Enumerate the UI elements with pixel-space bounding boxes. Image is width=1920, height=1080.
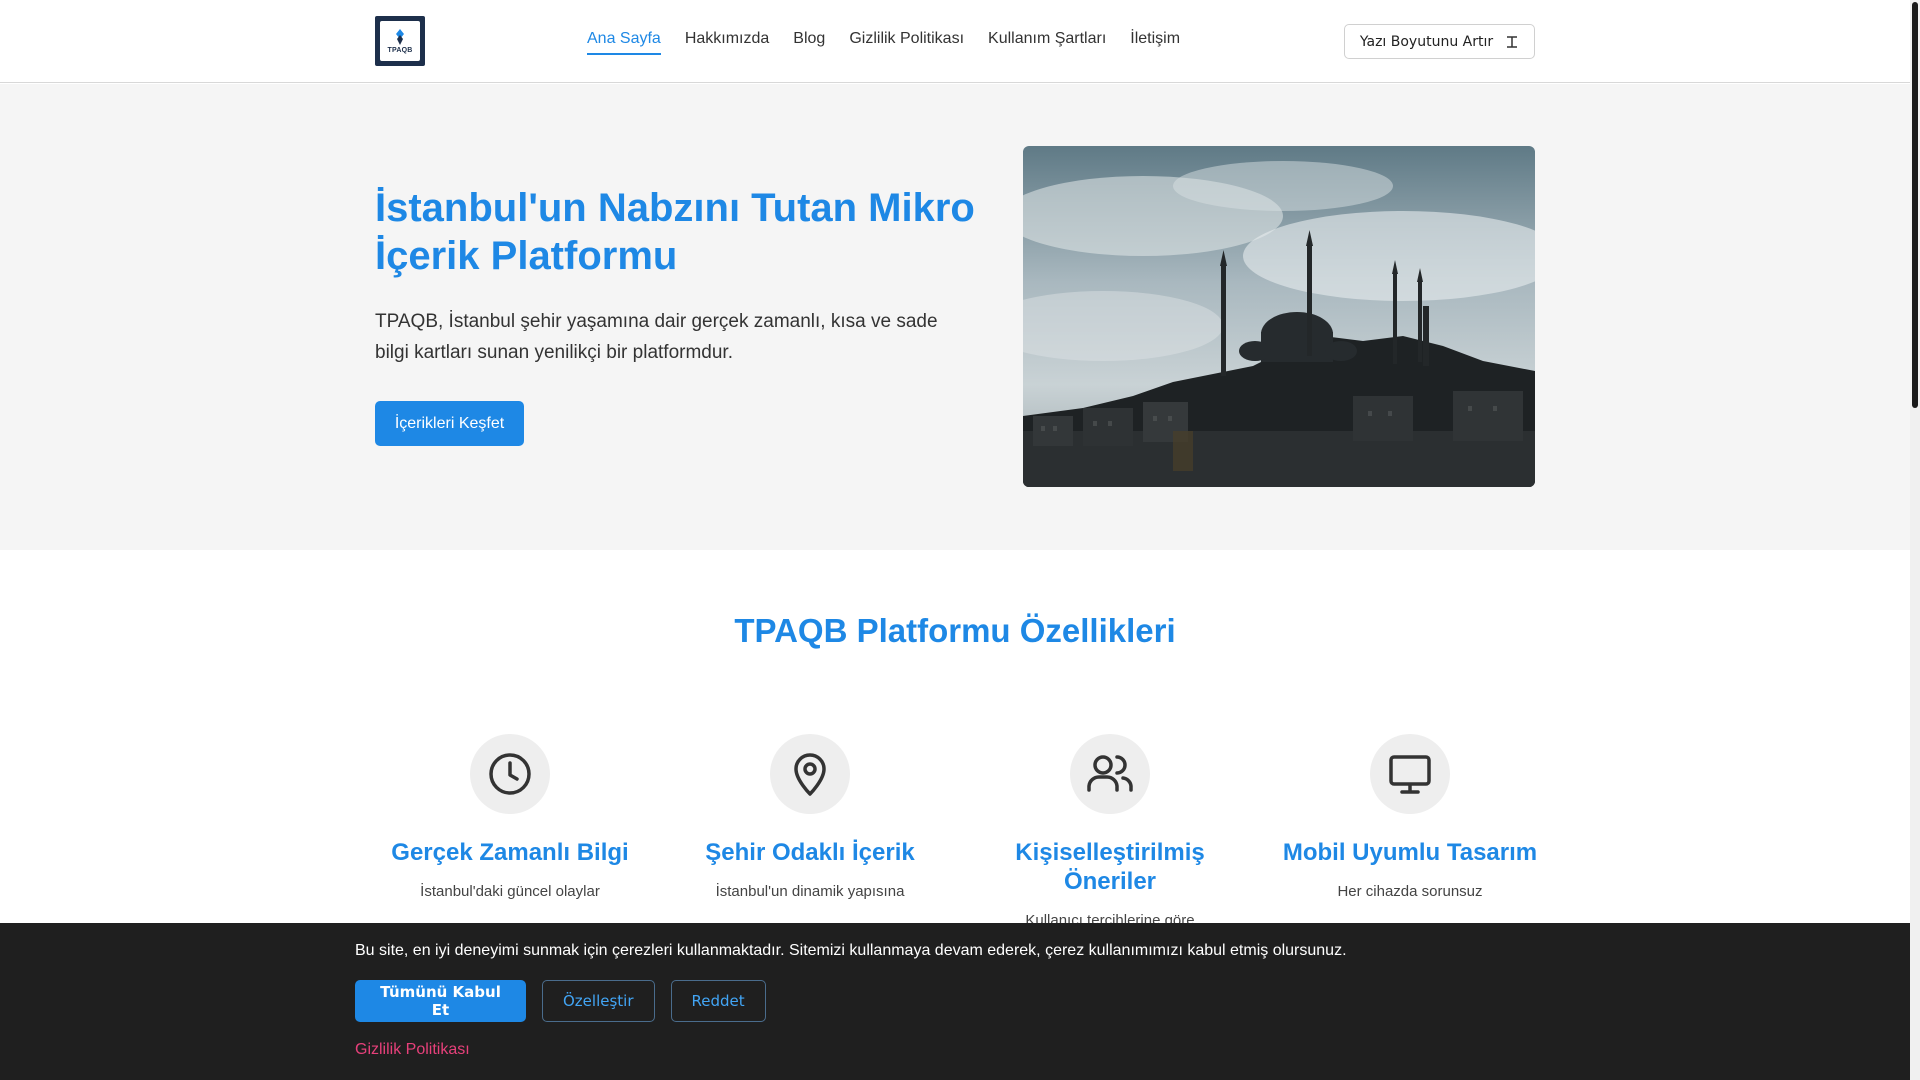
- feature-title: Kişiselleştirilmiş Öneriler: [1015, 839, 1205, 895]
- feature-description: İstanbul'un dinamik yapısına: [715, 883, 905, 900]
- feature-card: Gerçek Zamanlı Bilgi İstanbul'daki günce…: [380, 734, 640, 903]
- accept-all-cookies-button[interactable]: Tümünü Kabul Et: [355, 980, 526, 1022]
- main-nav: Ana Sayfa Hakkımızda Blog Gizlilik Polit…: [587, 30, 1180, 55]
- increase-font-size-button[interactable]: Yazı Boyutunu Artır: [1344, 24, 1535, 59]
- site-logo[interactable]: TPAQB: [375, 16, 425, 66]
- feature-card: Mobil Uyumlu Tasarım Her cihazda sorunsu…: [1280, 734, 1540, 903]
- nav-item-kullanim[interactable]: Kullanım Şartları: [988, 30, 1106, 55]
- monitor-icon: [1389, 755, 1431, 794]
- reject-cookies-button[interactable]: Reddet: [670, 980, 766, 1022]
- page-scrollbar-thumb[interactable]: [1912, 2, 1918, 408]
- cookie-message: Bu site, en iyi deneyimi sunmak için çer…: [355, 942, 1347, 959]
- feature-title: Gerçek Zamanlı Bilgi: [391, 839, 629, 866]
- nav-item-iletisim[interactable]: İletişim: [1130, 30, 1180, 55]
- privacy-policy-link[interactable]: Gizlilik Politikası: [355, 1041, 470, 1059]
- font-size-button-label: Yazı Boyutunu Artır: [1359, 33, 1494, 50]
- text-size-icon: [1507, 35, 1518, 48]
- feature-description: Her cihazda sorunsuz: [1337, 883, 1483, 900]
- feature-card: Kişiselleştirilmiş Öneriler Kullanıcı te…: [980, 734, 1240, 932]
- site-header: TPAQB Ana Sayfa Hakkımızda Blog Gizlilik…: [0, 0, 1910, 83]
- feature-card: Şehir Odaklı İçerik İstanbul'un dinamik …: [680, 734, 940, 903]
- mosque-silhouette-image: [1023, 146, 1535, 487]
- cookie-banner: Bu site, en iyi deneyimi sunmak için çer…: [0, 923, 1910, 1080]
- istanbul-mosque-image: [1023, 146, 1535, 487]
- feature-title: Mobil Uyumlu Tasarım: [1282, 839, 1538, 866]
- logo-mark-icon: [396, 28, 404, 45]
- hero-description: TPAQB, İstanbul şehir yaşamına dair gerç…: [375, 311, 938, 363]
- customize-cookies-button[interactable]: Özelleştir: [542, 980, 655, 1022]
- nav-item-gizlilik[interactable]: Gizlilik Politikası: [849, 30, 964, 55]
- hero-title: İstanbul'un Nabzını Tutan Mikro İçerik P…: [375, 186, 975, 278]
- clock-icon: [489, 753, 531, 795]
- nav-item-ana-sayfa[interactable]: Ana Sayfa: [587, 30, 661, 55]
- hero-section: İstanbul'un Nabzını Tutan Mikro İçerik P…: [0, 84, 1910, 550]
- users-icon: [1087, 755, 1133, 792]
- map-pin-icon: [794, 753, 826, 796]
- features-title: TPAQB Platformu Özellikleri: [734, 612, 1176, 649]
- cookie-actions: Tümünü Kabul Et Özelleştir Reddet: [355, 980, 766, 1022]
- logo-text: TPAQB: [387, 46, 413, 54]
- feature-title: Şehir Odaklı İçerik: [705, 839, 915, 866]
- nav-item-hakkimizda[interactable]: Hakkımızda: [685, 30, 769, 55]
- feature-description: İstanbul'daki güncel olaylar: [420, 883, 600, 900]
- explore-content-button[interactable]: İçerikleri Keşfet: [375, 401, 524, 446]
- nav-item-blog[interactable]: Blog: [793, 30, 825, 55]
